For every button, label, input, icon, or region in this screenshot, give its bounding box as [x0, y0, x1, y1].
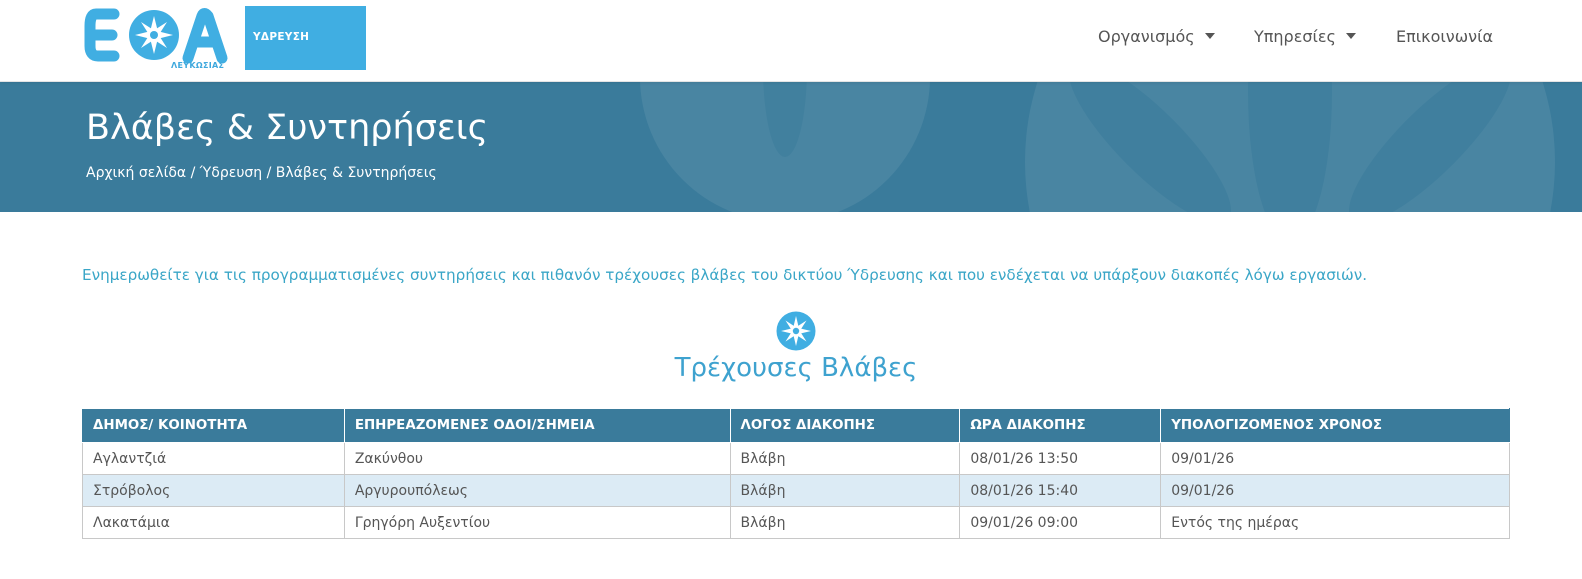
nav-label: Υπηρεσίες	[1254, 27, 1336, 46]
breadcrumb: Αρχική σελίδα / Ύδρευση / Βλάβες & Συντη…	[86, 165, 437, 181]
table-cell: Λακατάμια	[82, 506, 345, 539]
table-cell: Αργυρουπόλεως	[343, 474, 731, 507]
nav-item-ypiresies[interactable]: Υπηρεσίες	[1254, 27, 1356, 46]
column-header-logos: ΛΟΓΟΣ ΔΙΑΚΟΠΗΣ	[729, 408, 961, 443]
breadcrumb-section-link[interactable]: Ύδρευση	[200, 165, 262, 181]
column-header-dimos: ΔΗΜΟΣ/ ΚΟΙΝΟΤΗΤΑ	[82, 408, 345, 443]
table-cell: Αγλαντζιά	[82, 442, 345, 475]
table-row: Λακατάμια Γρηγόρη Αυξεντίου Βλάβη 09/01/…	[82, 506, 1510, 539]
table-cell: 09/01/26 09:00	[959, 506, 1162, 539]
table-cell: Στρόβολος	[82, 474, 345, 507]
logo-subtitle: ΛΕΥΚΩΣΙΑΣ	[171, 61, 225, 70]
column-header-odoi: ΕΠΗΡΕΑΖΟΜΕΝΕΣ ΟΔΟΙ/ΣΗΜΕΙΑ	[343, 408, 731, 443]
table-cell: 08/01/26 13:50	[959, 442, 1162, 475]
breadcrumb-separator: /	[186, 165, 200, 181]
table-cell: Βλάβη	[729, 506, 961, 539]
table-cell: Ζακύνθου	[343, 442, 731, 475]
section-title: Τρέχουσες Βλάβες	[674, 353, 918, 383]
table-cell: 08/01/26 15:40	[959, 474, 1162, 507]
nav-label: Επικοινωνία	[1396, 27, 1494, 46]
nav-label: Οργανισμός	[1098, 27, 1195, 46]
breadcrumb-separator: /	[262, 165, 276, 181]
compass-star-icon	[776, 311, 816, 351]
faults-table: ΔΗΜΟΣ/ ΚΟΙΝΟΤΗΤΑ ΕΠΗΡΕΑΖΟΜΕΝΕΣ ΟΔΟΙ/ΣΗΜΕ…	[82, 408, 1510, 539]
badge-label: ΥΔΡΕΥΣΗ	[253, 31, 310, 43]
caret-down-icon	[1204, 33, 1215, 39]
table-row: Στρόβολος Αργυρουπόλεως Βλάβη 08/01/26 1…	[82, 474, 1510, 507]
breadcrumb-home-link[interactable]: Αρχική σελίδα	[86, 165, 186, 181]
ydreusi-badge[interactable]: ΥΔΡΕΥΣΗ	[245, 6, 366, 70]
nav-item-organismos[interactable]: Οργανισμός	[1098, 27, 1215, 46]
table-cell: 09/01/26	[1160, 474, 1510, 507]
table-header-row: ΔΗΜΟΣ/ ΚΟΙΝΟΤΗΤΑ ΕΠΗΡΕΑΖΟΜΕΝΕΣ ΟΔΟΙ/ΣΗΜΕ…	[82, 408, 1510, 443]
column-header-ora: ΩΡΑ ΔΙΑΚΟΠΗΣ	[959, 408, 1162, 443]
breadcrumb-current: Βλάβες & Συντηρήσεις	[275, 165, 437, 181]
caret-down-icon	[1345, 33, 1356, 39]
page-banner: Βλάβες & Συντηρήσεις Αρχική σελίδα / Ύδρ…	[0, 82, 1582, 212]
column-header-xronos: ΥΠΟΛΟΓΙΖΟΜΕΝΟΣ ΧΡΟΝΟΣ	[1160, 408, 1510, 443]
table-row: Αγλαντζιά Ζακύνθου Βλάβη 08/01/26 13:50 …	[82, 442, 1510, 475]
table-cell: Βλάβη	[729, 474, 961, 507]
table-cell: Εντός της ημέρας	[1160, 506, 1510, 539]
table-cell: Γρηγόρη Αυξεντίου	[343, 506, 731, 539]
table-cell: 09/01/26	[1160, 442, 1510, 475]
site-header: ΛΕΥΚΩΣΙΑΣ ΥΔΡΕΥΣΗ Οργανισμός Υπηρεσίες Ε…	[0, 0, 1582, 82]
intro-text: Ενημερωθείτε για τις προγραμματισμένες σ…	[82, 266, 1368, 284]
nav-item-epikoinonia[interactable]: Επικοινωνία	[1396, 27, 1493, 46]
table-cell: Βλάβη	[729, 442, 961, 475]
page-title: Βλάβες & Συντηρήσεις	[86, 108, 489, 148]
